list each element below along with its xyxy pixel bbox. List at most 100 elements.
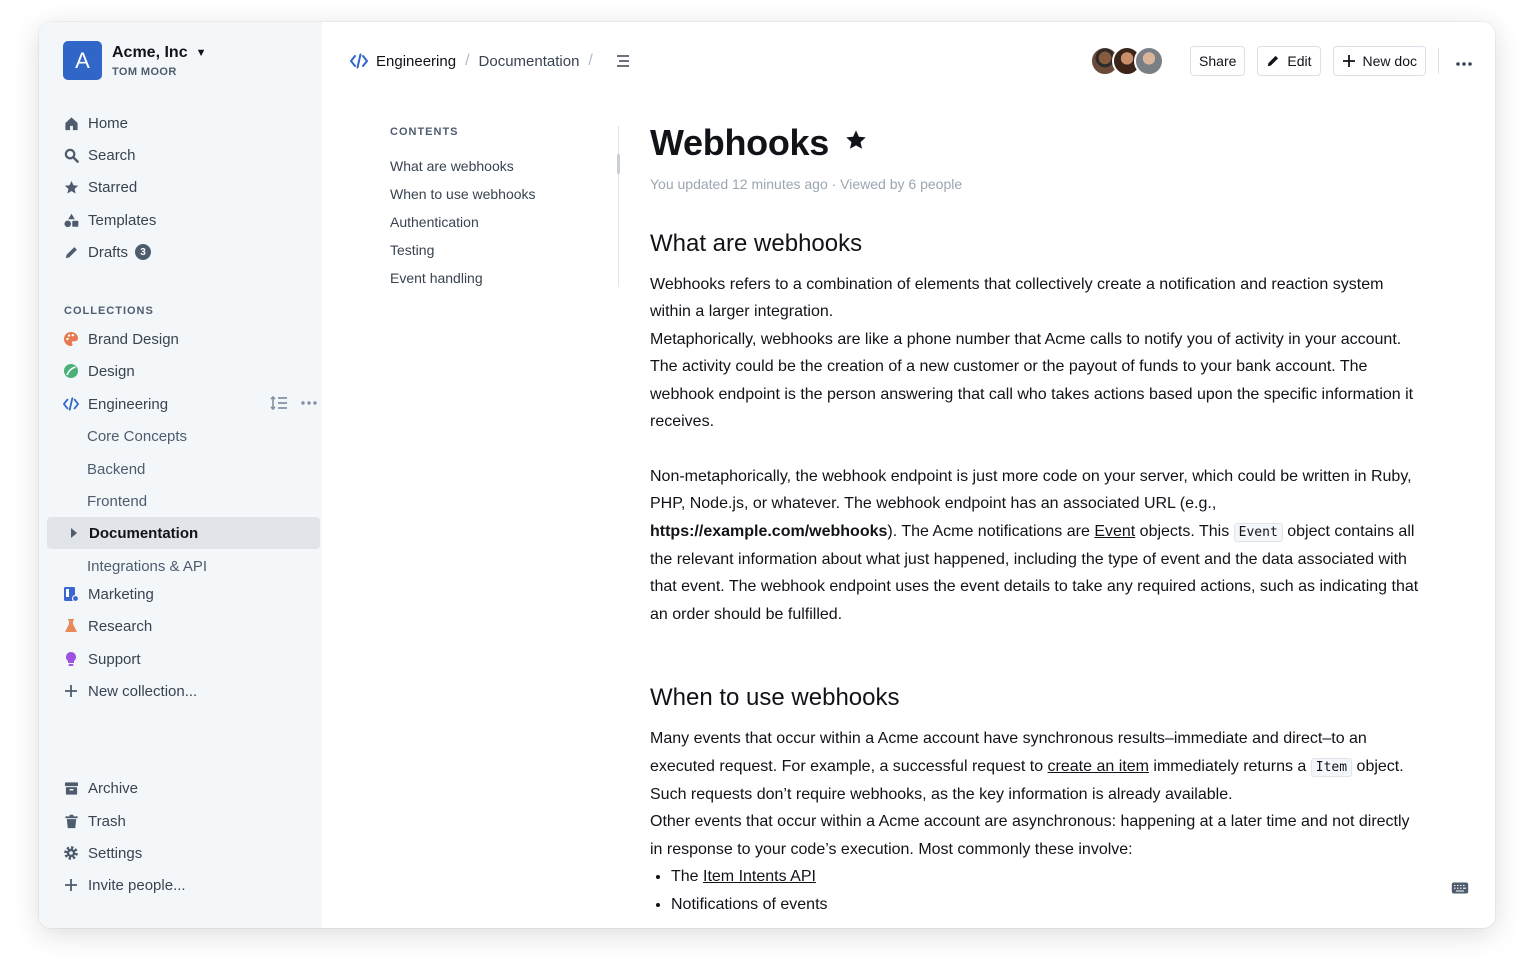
doc-core-concepts[interactable]: Core Concepts: [87, 422, 187, 450]
lightbulb-icon: [63, 651, 79, 667]
more-options-icon[interactable]: [1455, 51, 1473, 72]
collection-brand-design[interactable]: Brand Design: [63, 325, 179, 353]
plus-icon: [63, 683, 79, 699]
nav-starred[interactable]: Starred: [63, 173, 137, 201]
nav-archive-label: Archive: [88, 779, 139, 797]
toolbar-divider: [1438, 48, 1439, 74]
more-options-icon[interactable]: [300, 395, 318, 414]
nav-search[interactable]: Search: [63, 141, 136, 169]
breadcrumb-collection-link[interactable]: Engineering: [376, 53, 456, 70]
app-window: A Acme, Inc ▼ TOM MOOR Home Search Starr…: [39, 22, 1495, 928]
plus-icon: [1342, 54, 1356, 68]
shapes-icon: [63, 212, 79, 228]
sidebar: A Acme, Inc ▼ TOM MOOR Home Search Starr…: [39, 22, 322, 928]
toc-active-marker: [617, 154, 620, 174]
toc-item[interactable]: What are webhooks: [390, 152, 618, 180]
disclosure-triangle-icon[interactable]: [69, 525, 79, 541]
nav-trash[interactable]: Trash: [63, 807, 126, 835]
document-title[interactable]: Webhooks: [650, 122, 829, 164]
star-icon: [63, 179, 79, 195]
list-item: Notifications of events: [671, 891, 1425, 918]
paragraph: Other events that occur within a Acme ac…: [650, 813, 1410, 858]
pencil-icon: [1266, 54, 1280, 68]
nav-trash-label: Trash: [88, 812, 126, 830]
star-icon[interactable]: [845, 129, 867, 158]
heading-what-are-webhooks: What are webhooks: [650, 230, 863, 257]
table-of-contents-icon[interactable]: [616, 54, 630, 68]
leaf-icon: [63, 363, 79, 379]
toc-item[interactable]: Event handling: [390, 264, 618, 292]
beaker-icon: [63, 618, 79, 634]
paragraph: Webhooks refers to a combination of elem…: [650, 276, 1384, 321]
item-intents-api-link[interactable]: Item Intents API: [703, 868, 816, 885]
marketing-icon: [63, 586, 79, 602]
doc-link-label: Documentation: [89, 524, 199, 542]
nav-templates[interactable]: Templates: [63, 206, 156, 234]
gear-icon: [63, 845, 79, 861]
nav-archive[interactable]: Archive: [63, 774, 138, 802]
trash-icon: [63, 813, 79, 829]
nav-settings-label: Settings: [88, 844, 143, 862]
url-text: https://example.com/webhooks: [650, 522, 888, 540]
collection-label: Engineering: [88, 395, 169, 413]
breadcrumb-doc-link[interactable]: Documentation: [479, 53, 580, 70]
toc-item[interactable]: When to use webhooks: [390, 180, 618, 208]
search-icon: [63, 147, 79, 163]
paragraph: Non-metaphorically, the webhook endpoint…: [650, 467, 1419, 623]
collection-label: Design: [88, 362, 135, 380]
collections-heading: COLLECTIONS: [64, 305, 154, 317]
doc-frontend[interactable]: Frontend: [87, 487, 147, 515]
collection-label: Research: [88, 617, 153, 635]
collection-research[interactable]: Research: [63, 612, 152, 640]
toc-heading: CONTENTS: [390, 126, 459, 138]
doc-backend[interactable]: Backend: [87, 455, 145, 483]
share-button[interactable]: Share: [1190, 46, 1246, 76]
team-user: TOM MOOR: [112, 65, 177, 78]
home-icon: [63, 115, 79, 131]
avatar[interactable]: [1134, 46, 1165, 76]
collection-label: Brand Design: [88, 330, 179, 348]
collection-engineering[interactable]: Engineering: [63, 390, 168, 418]
toc-item[interactable]: Authentication: [390, 208, 618, 236]
event-link[interactable]: Event: [1094, 523, 1135, 540]
document-meta: You updated 12 minutes ago · Viewed by 6…: [650, 176, 963, 192]
edit-button[interactable]: Edit: [1257, 46, 1321, 76]
doc-documentation[interactable]: Documentation: [69, 519, 198, 547]
archive-icon: [63, 780, 79, 796]
create-item-link[interactable]: create an item: [1048, 758, 1149, 775]
doc-integrations-api[interactable]: Integrations & API: [87, 552, 207, 580]
list-item: The Item Intents API: [671, 863, 1425, 890]
breadcrumb: Engineering / Documentation /: [350, 52, 630, 70]
new-doc-button-label: New doc: [1362, 53, 1417, 69]
collection-marketing[interactable]: Marketing: [63, 580, 154, 608]
nav-home[interactable]: Home: [63, 109, 128, 137]
nav-settings[interactable]: Settings: [63, 839, 142, 867]
toc-item[interactable]: Testing: [390, 236, 618, 264]
collaborators: [1090, 46, 1165, 76]
sort-icon[interactable]: [270, 395, 288, 414]
palette-icon: [63, 331, 79, 347]
plus-icon: [63, 877, 79, 893]
invite-people-button[interactable]: Invite people...: [63, 871, 186, 899]
nav-templates-label: Templates: [88, 211, 157, 229]
new-collection-button[interactable]: New collection...: [63, 677, 197, 705]
collection-support[interactable]: Support: [63, 645, 141, 673]
main-content: Engineering / Documentation / Share Edit: [322, 22, 1495, 928]
document[interactable]: Webhooks You updated 12 minutes ago · Vi…: [650, 122, 1425, 918]
nav-starred-label: Starred: [88, 178, 138, 196]
edit-button-label: Edit: [1287, 53, 1312, 69]
doc-link-label: Integrations & API: [87, 557, 208, 575]
doc-link-label: Backend: [87, 460, 146, 478]
nav-search-label: Search: [88, 146, 136, 164]
nav-drafts[interactable]: Drafts 3: [63, 238, 152, 266]
team-switcher[interactable]: A Acme, Inc ▼ TOM MOOR: [63, 41, 206, 80]
code-icon: [63, 396, 79, 412]
invite-people-label: Invite people...: [88, 876, 186, 894]
keyboard-icon[interactable]: [1451, 881, 1469, 900]
collection-label: Marketing: [88, 585, 154, 603]
bullet-list: The Item Intents API Notifications of ev…: [650, 863, 1425, 918]
new-doc-button[interactable]: New doc: [1332, 46, 1426, 76]
collection-design[interactable]: Design: [63, 357, 135, 385]
new-collection-label: New collection...: [88, 682, 198, 700]
caret-down-icon: ▼: [195, 46, 207, 59]
